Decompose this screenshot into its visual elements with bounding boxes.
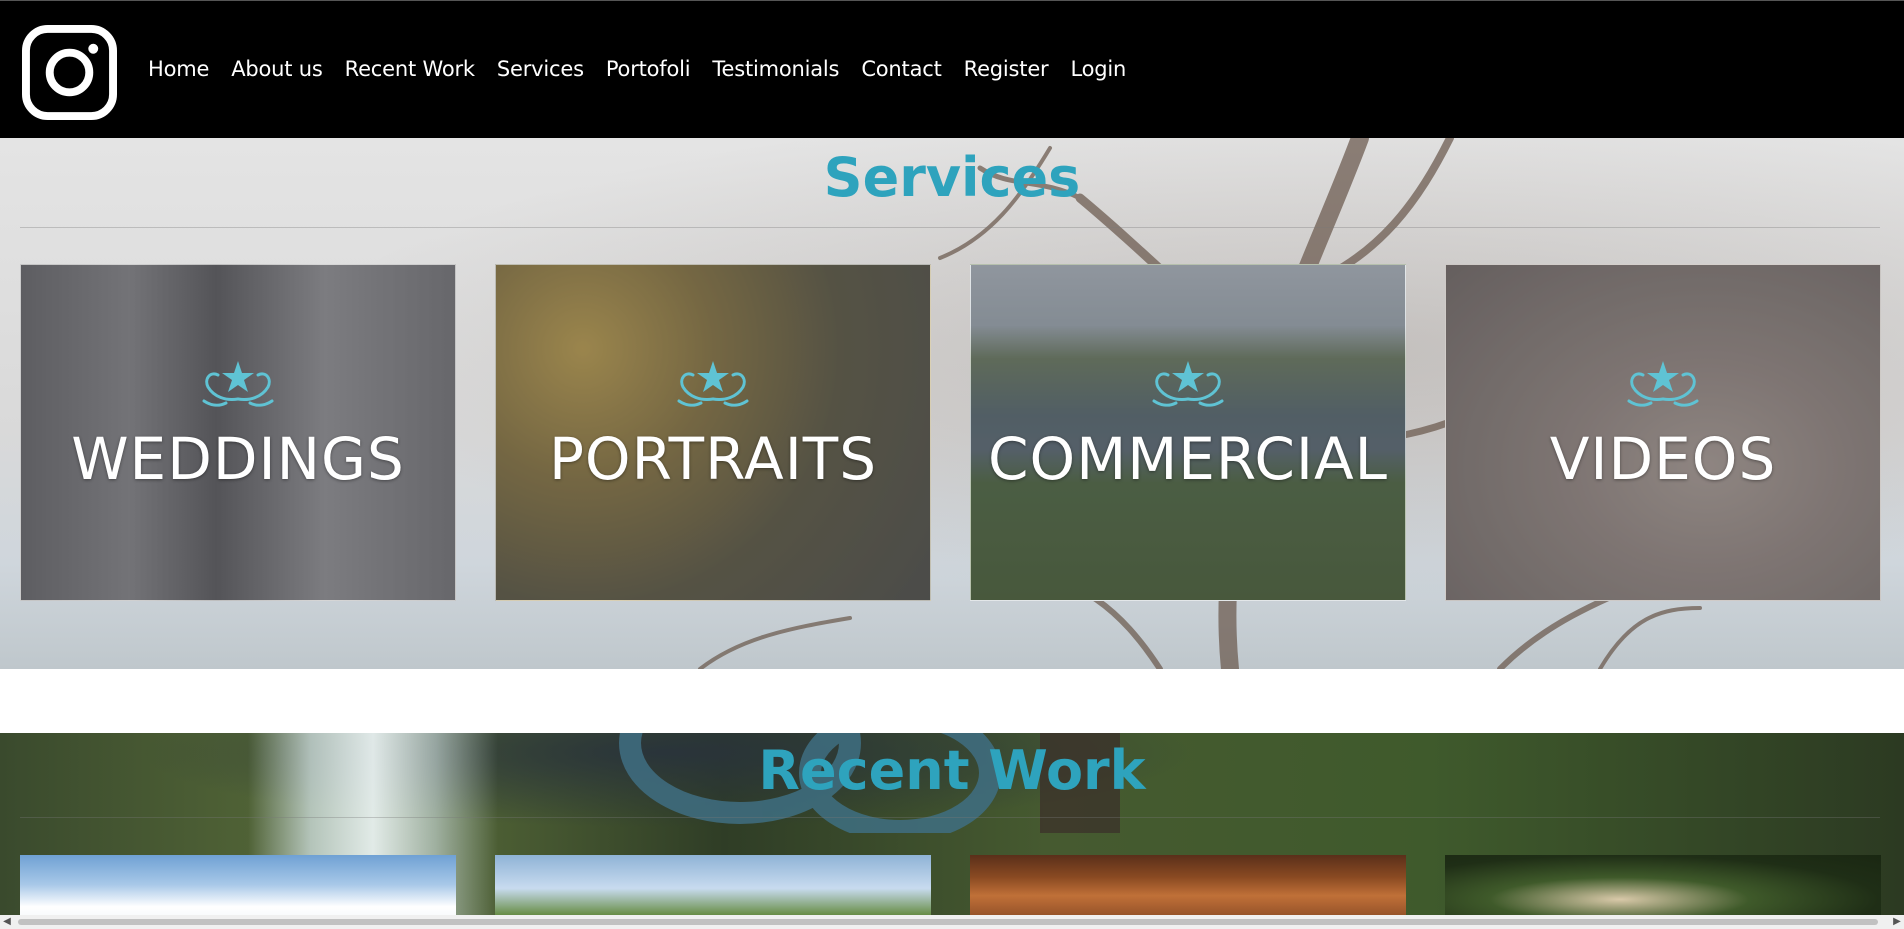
- service-card-label: PORTRAITS: [548, 425, 878, 493]
- scrollbar-thumb[interactable]: [18, 919, 1878, 925]
- service-card-label: WEDDINGS: [71, 425, 405, 493]
- services-divider: [20, 227, 1880, 228]
- service-card-label: VIDEOS: [1549, 425, 1777, 493]
- nav-link-recent-work[interactable]: Recent Work: [345, 57, 475, 81]
- nav-link-contact[interactable]: Contact: [861, 57, 942, 81]
- star-emblem-icon: [1152, 361, 1224, 407]
- star-emblem-icon: [677, 361, 749, 407]
- recent-work-divider: [20, 817, 1880, 818]
- nav-links: Home About us Recent Work Services Porto…: [148, 57, 1148, 81]
- service-card-commercial[interactable]: COMMERCIAL: [970, 264, 1406, 601]
- nav-link-login[interactable]: Login: [1071, 57, 1127, 81]
- scroll-left-icon[interactable]: ◀: [0, 915, 14, 929]
- star-emblem-icon: [1627, 361, 1699, 407]
- service-card-portraits[interactable]: PORTRAITS: [495, 264, 931, 601]
- services-title: Services: [823, 146, 1081, 209]
- service-card-weddings[interactable]: WEDDINGS: [20, 264, 456, 601]
- star-emblem-icon: [202, 361, 274, 407]
- scroll-right-icon[interactable]: ▶: [1890, 915, 1904, 929]
- services-section: Services WEDDINGS PORTRAITS COMMERCIAL V…: [0, 138, 1904, 669]
- nav-link-about-us[interactable]: About us: [231, 57, 323, 81]
- instagram-icon[interactable]: [22, 25, 117, 120]
- recent-work-section: Recent Work: [0, 733, 1904, 929]
- horizontal-scrollbar[interactable]: ◀ ▶: [0, 915, 1904, 929]
- nav-link-services[interactable]: Services: [497, 57, 584, 81]
- service-card-videos[interactable]: VIDEOS: [1445, 264, 1881, 601]
- nav-link-home[interactable]: Home: [148, 57, 209, 81]
- service-card-label: COMMERCIAL: [988, 425, 1388, 493]
- recent-work-title: Recent Work: [758, 739, 1146, 802]
- nav-link-testimonials[interactable]: Testimonials: [712, 57, 839, 81]
- nav-link-portofoli[interactable]: Portofoli: [606, 57, 691, 81]
- nav-link-register[interactable]: Register: [964, 57, 1049, 81]
- top-navbar: Home About us Recent Work Services Porto…: [0, 0, 1904, 138]
